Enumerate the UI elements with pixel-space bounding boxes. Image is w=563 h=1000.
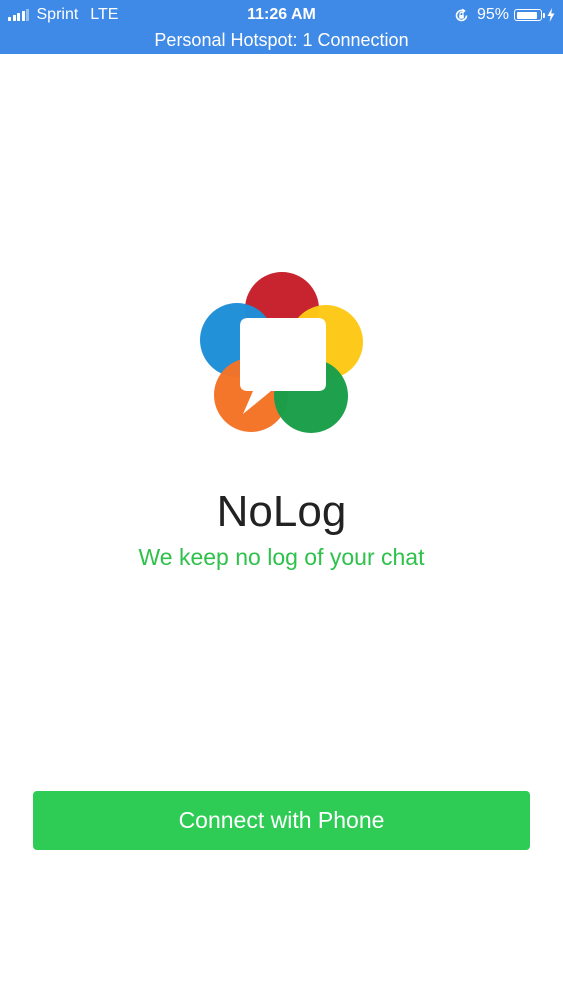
battery-percent: 95% <box>476 6 509 23</box>
app-screen: Sprint LTE 11:26 AM 95% Personal Hotspot… <box>0 0 563 1000</box>
connect-with-phone-button[interactable]: Connect with Phone <box>33 791 530 850</box>
status-row: Sprint LTE 11:26 AM 95% <box>0 4 563 26</box>
app-tagline: We keep no log of your chat <box>138 544 425 570</box>
battery-fill <box>516 11 538 19</box>
status-bar: Sprint LTE 11:26 AM 95% Personal Hotspot… <box>0 0 563 54</box>
status-right: 95% <box>454 4 555 26</box>
app-title: NoLog <box>216 487 347 536</box>
hotspot-banner[interactable]: Personal Hotspot: 1 Connection <box>0 29 563 51</box>
charging-bolt-icon <box>547 8 555 22</box>
battery-icon <box>514 9 545 21</box>
webrtc-logo-icon <box>196 266 368 438</box>
orientation-lock-icon <box>454 8 469 23</box>
